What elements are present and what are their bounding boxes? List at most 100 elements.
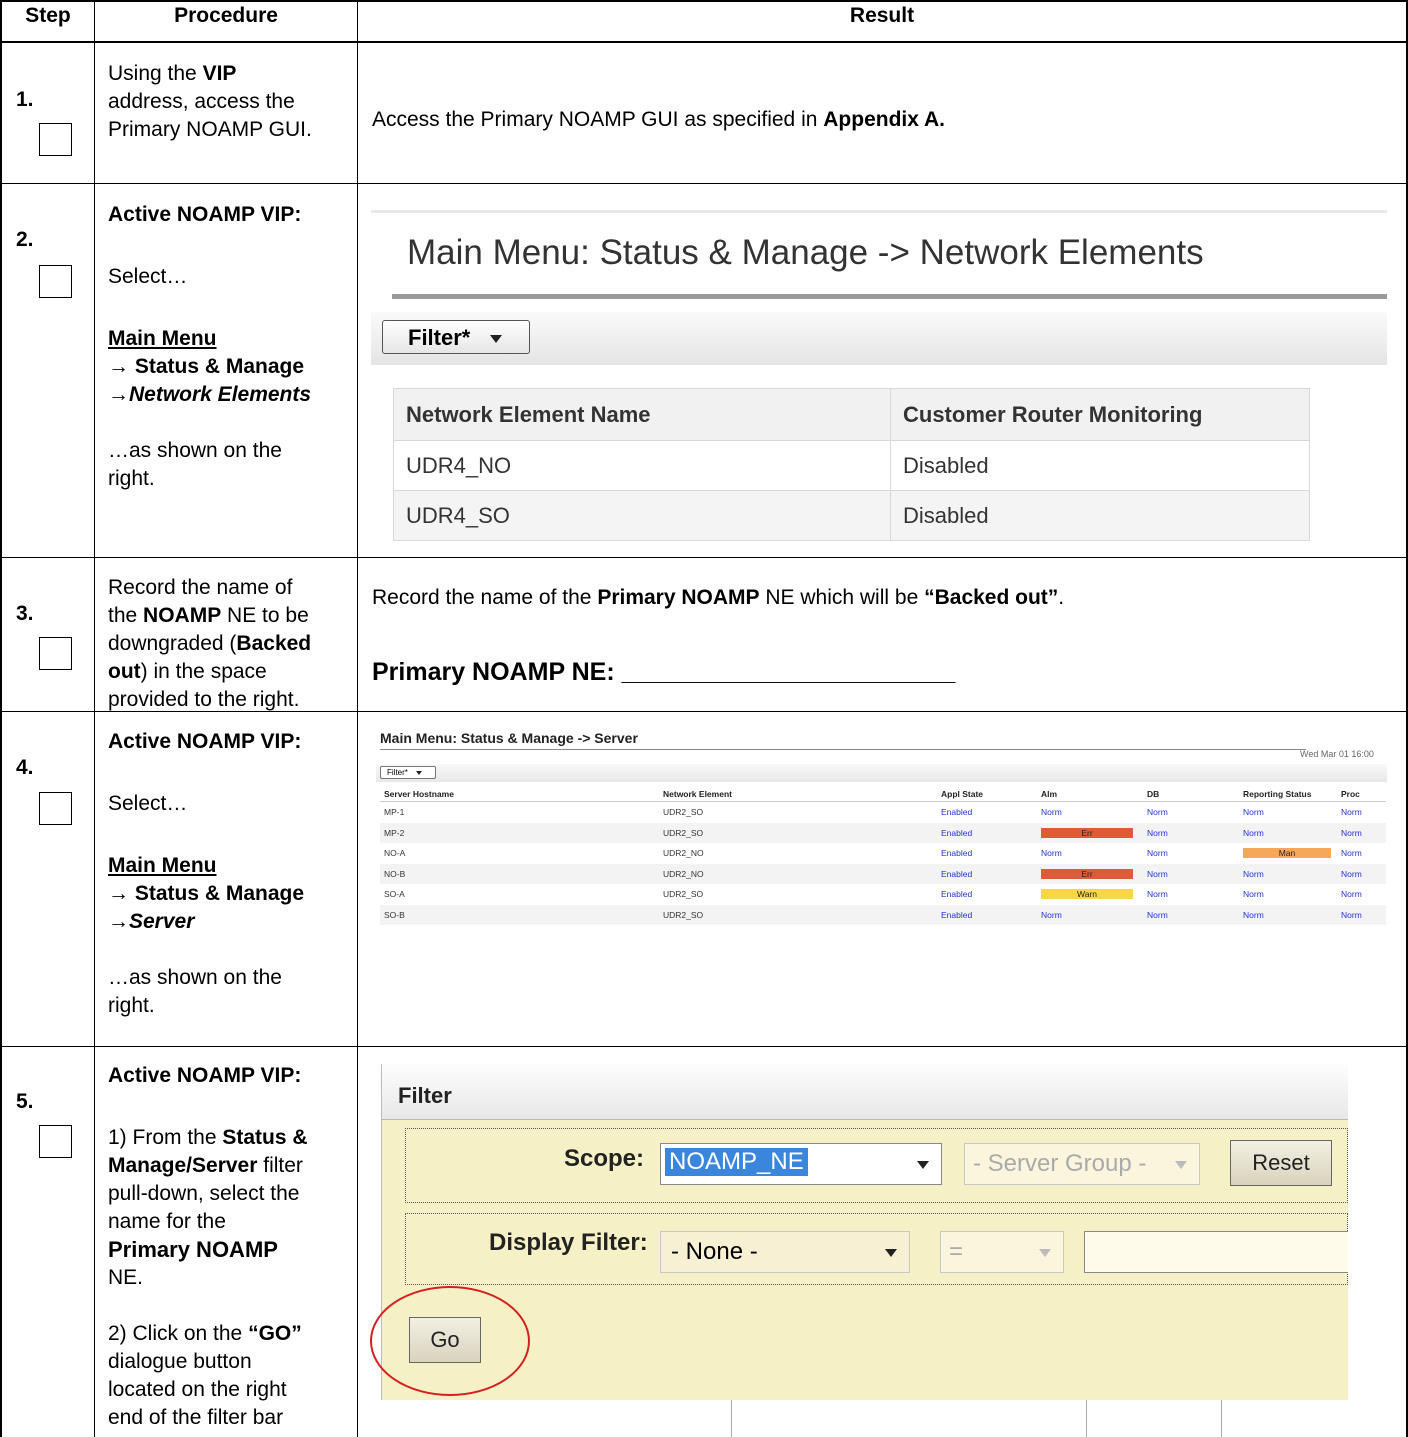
filter-label: Filter* bbox=[387, 768, 408, 777]
status-link[interactable]: Enabled bbox=[937, 904, 1037, 925]
proc-title: Active NOAMP VIP: bbox=[108, 730, 302, 753]
table-cell: UDR2_SO bbox=[663, 889, 704, 900]
step-number: 4. bbox=[16, 756, 34, 779]
server-status-table: Server Hostname Network Element Appl Sta… bbox=[380, 787, 1386, 925]
scope-value: NOAMP_NE bbox=[665, 1148, 808, 1176]
date-label: Wed Mar 01 16:00 bbox=[1300, 749, 1374, 759]
status-link[interactable]: Enabled bbox=[937, 843, 1037, 864]
scope-select[interactable]: NOAMP_NE bbox=[660, 1143, 942, 1185]
table-row[interactable]: SO-B UDR2_SO Enabled Norm Norm Norm Norm bbox=[380, 904, 1386, 925]
status-link[interactable]: Norm bbox=[1143, 802, 1239, 823]
status-link[interactable]: Enabled bbox=[937, 884, 1037, 905]
proc-bold: Backed bbox=[236, 632, 312, 655]
status-link[interactable]: Enabled bbox=[937, 802, 1037, 823]
step-checkbox[interactable] bbox=[39, 265, 72, 298]
manual-badge: Man bbox=[1243, 848, 1331, 859]
filter-value-input[interactable] bbox=[1084, 1231, 1348, 1273]
filter-button[interactable]: Filter* bbox=[380, 766, 436, 779]
reset-button[interactable]: Reset bbox=[1230, 1140, 1332, 1186]
menu-path-main: Main Menu bbox=[108, 854, 217, 877]
status-link[interactable]: Enabled bbox=[937, 822, 1037, 843]
proc-text: NE to be bbox=[221, 604, 309, 627]
proc-line: Record the name of bbox=[108, 576, 293, 599]
proc-line: provided to the right. bbox=[108, 688, 300, 711]
status-link[interactable]: Norm bbox=[1337, 822, 1386, 843]
status-link[interactable]: Norm bbox=[1239, 822, 1337, 843]
step2-procedure: Active NOAMP VIP: Select… Main Menu → St… bbox=[108, 201, 352, 493]
status-link[interactable]: Norm bbox=[1239, 802, 1337, 823]
display-filter-select[interactable]: - None - bbox=[660, 1231, 910, 1273]
status-link[interactable]: Norm bbox=[1037, 843, 1143, 864]
status-link[interactable]: Norm bbox=[1337, 863, 1386, 884]
table-row[interactable]: NO-A UDR2_NO Enabled Norm Norm Man Norm bbox=[380, 843, 1386, 864]
proc-bold: VIP bbox=[202, 62, 237, 85]
status-link[interactable]: Norm bbox=[1337, 904, 1386, 925]
proc-text: filter bbox=[257, 1154, 303, 1177]
table-cell: MP-1 bbox=[384, 807, 405, 818]
col1-divider bbox=[94, 0, 95, 1437]
chevron-down-icon bbox=[885, 1249, 897, 1257]
proc-bold: Status & bbox=[222, 1126, 308, 1149]
status-link[interactable]: Norm bbox=[1143, 863, 1239, 884]
status-link[interactable]: Err bbox=[1037, 822, 1143, 843]
step-checkbox[interactable] bbox=[39, 637, 72, 670]
status-link[interactable]: Norm bbox=[1143, 884, 1239, 905]
proc-select: Select… bbox=[108, 792, 188, 815]
primary-noamp-field[interactable]: Primary NOAMP NE: ______________________… bbox=[372, 658, 955, 687]
status-link[interactable]: Err bbox=[1037, 863, 1143, 884]
status-link[interactable]: Norm bbox=[1239, 863, 1337, 884]
proc-line: end of the filter bar bbox=[108, 1406, 284, 1429]
status-link[interactable]: Enabled bbox=[937, 863, 1037, 884]
status-link[interactable]: Norm bbox=[1037, 904, 1143, 925]
step-checkbox[interactable] bbox=[39, 123, 72, 156]
scope-label: Scope: bbox=[564, 1145, 645, 1172]
table-row[interactable]: UDR4_NO Disabled bbox=[393, 440, 1310, 491]
table-header-row: Network Element Name Customer Router Mon… bbox=[393, 388, 1310, 441]
operator-select[interactable]: = bbox=[940, 1231, 1064, 1273]
column-header: Reporting Status bbox=[1239, 787, 1337, 802]
table-row[interactable]: NO-B UDR2_NO Enabled Err Norm Norm Norm bbox=[380, 863, 1386, 884]
status-link[interactable]: Norm bbox=[1337, 884, 1386, 905]
table-cell: UDR2_SO bbox=[659, 822, 937, 843]
menu-path-target: →Network Elements bbox=[108, 383, 312, 406]
chevron-down-icon bbox=[917, 1161, 929, 1169]
step-checkbox[interactable] bbox=[39, 792, 72, 825]
status-link[interactable]: Norm bbox=[1143, 904, 1239, 925]
header-bottom-line bbox=[0, 41, 1408, 43]
column-header: Network Element Name bbox=[393, 388, 891, 441]
status-link[interactable]: Norm bbox=[1037, 802, 1143, 823]
status-link[interactable]: Warn bbox=[1037, 884, 1143, 905]
proc-select: Select… bbox=[108, 265, 188, 288]
status-link[interactable]: Man bbox=[1239, 843, 1337, 864]
status-link[interactable]: Norm bbox=[1239, 904, 1337, 925]
table-border-top bbox=[0, 0, 1408, 2]
proc-text: Using the bbox=[108, 62, 203, 85]
proc-text: ) in the space bbox=[140, 660, 267, 683]
proc-line: downgraded (Backed bbox=[108, 630, 352, 658]
screen-title: Main Menu: Status & Manage -> Network El… bbox=[407, 233, 1204, 272]
proc-title: Active NOAMP VIP: bbox=[108, 1064, 302, 1087]
step-checkbox[interactable] bbox=[39, 1125, 72, 1158]
table-row[interactable]: SO-A UDR2_SO Enabled Warn Norm Norm Norm bbox=[380, 884, 1386, 905]
chevron-down-icon bbox=[1175, 1161, 1187, 1169]
table-cell: UDR4_SO bbox=[393, 490, 891, 541]
table-cell: NO-B bbox=[380, 863, 659, 884]
table-row[interactable]: UDR4_SO Disabled bbox=[393, 490, 1310, 541]
filter-button[interactable]: Filter* bbox=[382, 320, 530, 354]
server-group-select[interactable]: - Server Group - bbox=[964, 1143, 1200, 1185]
table-cell: MP-2 bbox=[380, 822, 659, 843]
status-link[interactable]: Norm bbox=[1239, 884, 1337, 905]
column-header: Appl State bbox=[937, 787, 1037, 802]
status-link[interactable]: Norm bbox=[1143, 843, 1239, 864]
table-row[interactable]: MP-1 UDR2_SO Enabled Norm Norm Norm Norm bbox=[380, 802, 1386, 823]
row1-bottom-line bbox=[0, 183, 1408, 184]
step-number: 3. bbox=[16, 602, 34, 625]
status-link[interactable]: Norm bbox=[1143, 822, 1239, 843]
status-link[interactable]: Norm bbox=[1337, 843, 1386, 864]
row2-bottom-line bbox=[0, 557, 1408, 558]
status-link[interactable]: Norm bbox=[1337, 802, 1386, 823]
proc-line: NE. bbox=[108, 1266, 144, 1289]
table-row[interactable]: MP-2 UDR2_SO Enabled Err Norm Norm Norm bbox=[380, 822, 1386, 843]
results-strip bbox=[381, 1400, 1348, 1437]
table-cell: UDR2_SO bbox=[663, 807, 704, 818]
